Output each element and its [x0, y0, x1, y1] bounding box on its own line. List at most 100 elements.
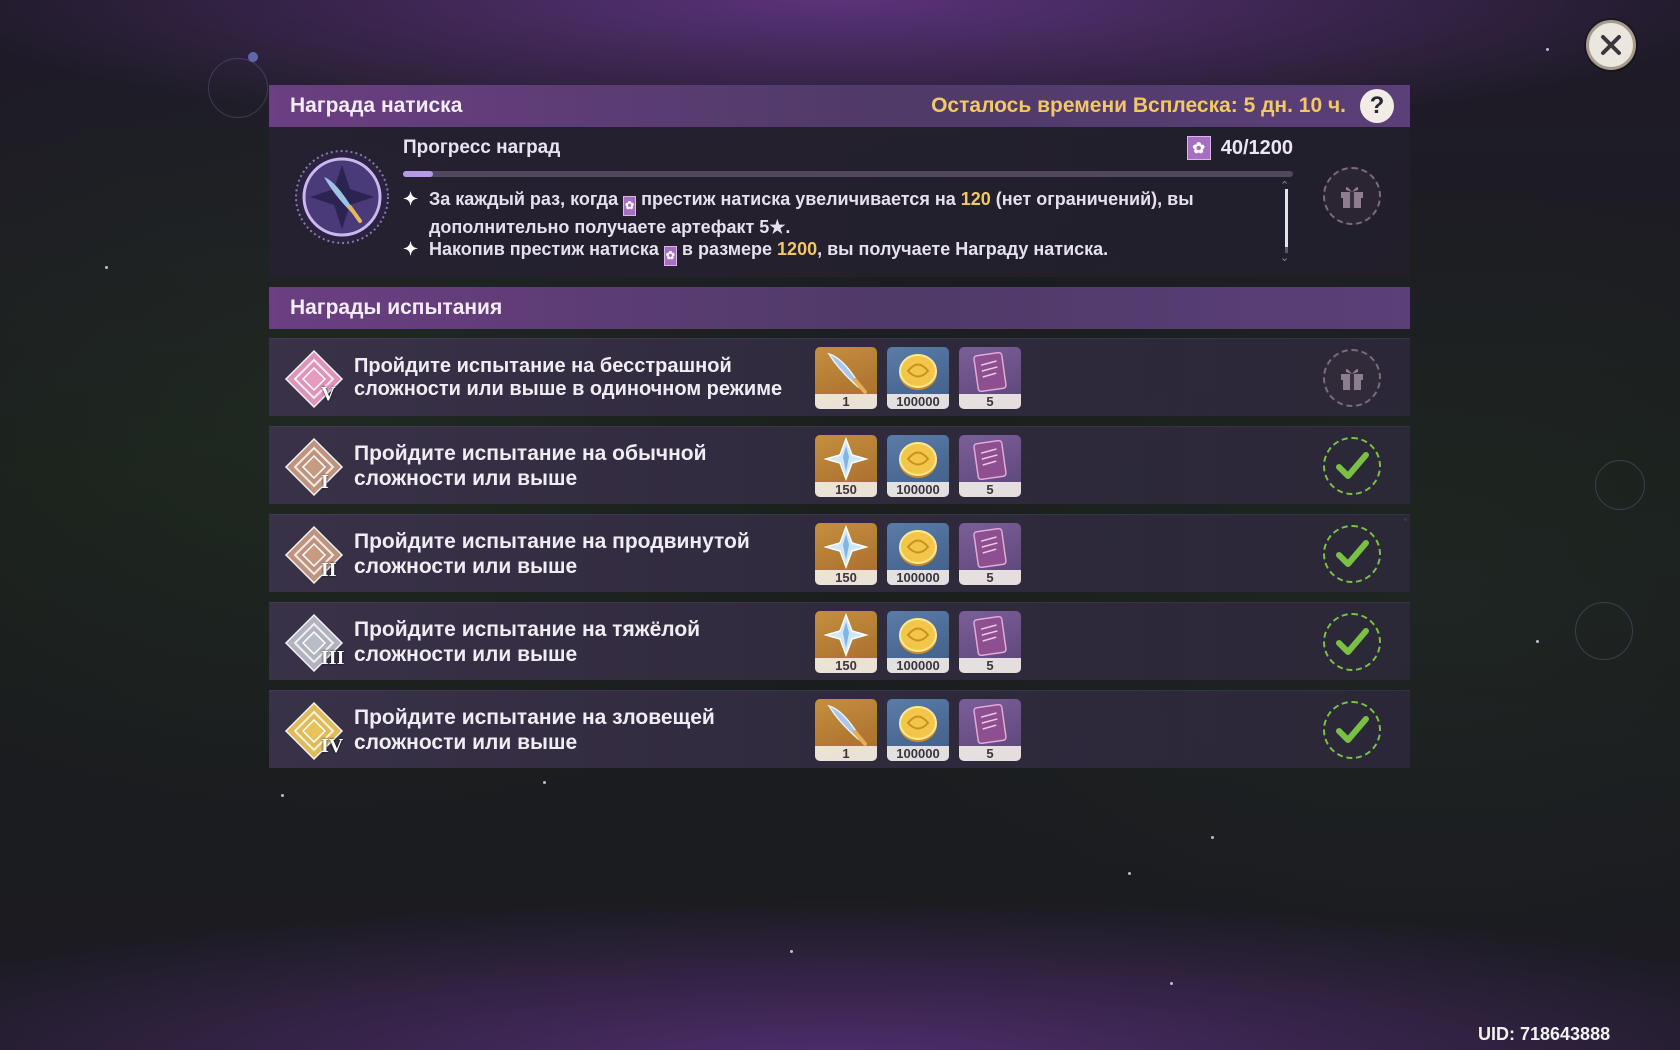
- reward-item[interactable]: 5: [959, 435, 1021, 497]
- reward-item-quantity: 100000: [887, 658, 949, 673]
- mora-coin-icon: [899, 530, 937, 566]
- progress-count-text: 40/1200: [1220, 136, 1293, 159]
- surge-emblem-icon: [295, 150, 389, 244]
- reward-item-art: [815, 435, 877, 483]
- progress-counter: ✿ 40/1200: [1186, 136, 1293, 160]
- ring-decoration: [208, 58, 268, 118]
- star-decoration: [1170, 982, 1173, 985]
- primogem-icon: [824, 612, 868, 658]
- talent-book-icon: [973, 703, 1007, 745]
- ring-decoration: [1595, 460, 1645, 510]
- challenge-row: III Пройдите испытание на тяжёлой сложнос…: [269, 602, 1410, 680]
- star-decoration: [105, 266, 108, 269]
- reward-item-art: [959, 611, 1021, 659]
- reward-item-quantity: 100000: [887, 394, 949, 409]
- reward-item-art: [887, 435, 949, 483]
- reward-item-quantity: 5: [959, 394, 1021, 409]
- reward-item-quantity: 150: [815, 570, 877, 585]
- talent-book-icon: [973, 615, 1007, 657]
- star-decoration: [281, 794, 284, 797]
- sparkle-icon: ✦: [403, 189, 419, 209]
- checkmark-icon: [1336, 540, 1369, 567]
- reward-item-quantity: 5: [959, 658, 1021, 673]
- difficulty-level-label: IV: [321, 735, 344, 757]
- reward-items: 150 100000 5: [815, 611, 1021, 673]
- sparkle-icon: ✦: [403, 239, 419, 259]
- challenge-row: II Пройдите испытание на продвинутой слож…: [269, 514, 1410, 592]
- uid-label: UID: 718643888: [1478, 1024, 1611, 1044]
- reward-item-quantity: 150: [815, 658, 877, 673]
- reward-item[interactable]: 150: [815, 435, 877, 497]
- reward-item-art: [887, 523, 949, 571]
- prestige-icon: ✿: [623, 196, 637, 216]
- feather-artifact-icon: [827, 352, 867, 394]
- reward-item[interactable]: 5: [959, 611, 1021, 673]
- reward-item[interactable]: 100000: [887, 523, 949, 585]
- claimed-status: [1323, 437, 1381, 495]
- gift-icon: [1341, 368, 1363, 390]
- question-icon: ?: [1369, 92, 1385, 119]
- reward-item[interactable]: 150: [815, 611, 877, 673]
- challenge-rewards-title: Награды испытания: [290, 296, 503, 319]
- reward-item-quantity: 5: [959, 570, 1021, 585]
- challenge-rewards-header: Награды испытания: [269, 287, 1410, 329]
- surge-reward-header: Награда натиска Осталось времени Всплеск…: [269, 85, 1410, 127]
- reward-item-art: [815, 611, 877, 659]
- claimed-status: [1323, 613, 1381, 671]
- reward-item[interactable]: 5: [959, 347, 1021, 409]
- claimed-status: [1323, 525, 1381, 583]
- mora-coin-icon: [899, 354, 937, 390]
- rule-2-text-a: Накопив престиж натиска: [429, 239, 659, 259]
- rule-2-text-c: , вы получаете Награду натиска.: [817, 239, 1109, 259]
- challenge-description: Пройдите испытание на тяжёлой сложности …: [354, 618, 701, 666]
- reward-item-art: [887, 611, 949, 659]
- claimed-status: [1323, 701, 1381, 759]
- reward-item[interactable]: 1: [815, 699, 877, 761]
- scrollbar-thumb[interactable]: [1285, 189, 1288, 247]
- scroll-down-icon[interactable]: ⌄: [1280, 251, 1289, 264]
- reward-item[interactable]: 100000: [887, 435, 949, 497]
- reward-item-art: [815, 347, 877, 395]
- reward-items: 150 100000 5: [815, 523, 1021, 585]
- reward-item-art: [887, 347, 949, 395]
- challenge-description: Пройдите испытание на обычной сложности …: [354, 442, 707, 490]
- talent-book-icon: [973, 439, 1007, 481]
- challenge-row: IV Пройдите испытание на зловещей сложнос…: [269, 690, 1410, 768]
- surge-reward-claim-button[interactable]: [1323, 167, 1381, 225]
- reward-progress-panel: Прогресс наград ✿ 40/1200 ✦ За каждый ра…: [269, 127, 1410, 277]
- reward-item[interactable]: 1: [815, 347, 877, 409]
- claim-reward-button[interactable]: [1323, 349, 1381, 407]
- star-decoration: [1128, 872, 1131, 875]
- mora-coin-icon: [899, 618, 937, 654]
- reward-item[interactable]: 100000: [887, 347, 949, 409]
- reward-item-quantity: 100000: [887, 482, 949, 497]
- difficulty-level-label: III: [321, 647, 345, 669]
- rule-line-2: ✦ Накопив престиж натиска ✿ в размере 12…: [403, 238, 1263, 266]
- reward-item-quantity: 100000: [887, 746, 949, 761]
- rule-2-number: 1200: [777, 239, 818, 259]
- star-decoration: [1211, 836, 1214, 839]
- primogem-icon: [824, 436, 868, 482]
- star-decoration: [790, 950, 793, 953]
- surge-reward-title: Награда натиска: [290, 94, 463, 117]
- reward-item-quantity: 100000: [887, 570, 949, 585]
- rule-1-number: 120: [960, 189, 991, 209]
- reward-item[interactable]: 100000: [887, 611, 949, 673]
- reward-item-quantity: 1: [815, 746, 877, 761]
- reward-item[interactable]: 150: [815, 523, 877, 585]
- reward-item-art: [959, 523, 1021, 571]
- difficulty-badge-icon: [284, 437, 344, 497]
- reward-item[interactable]: 100000: [887, 699, 949, 761]
- help-button[interactable]: ?: [1360, 89, 1394, 123]
- reward-item[interactable]: 5: [959, 699, 1021, 761]
- challenge-description: Пройдите испытание на бесстрашной сложно…: [354, 355, 783, 400]
- rule-2-text-b: в размере: [681, 239, 773, 259]
- star-decoration: [1546, 48, 1549, 51]
- challenge-description: Пройдите испытание на зловещей сложности…: [354, 706, 715, 754]
- star-decoration: [1536, 640, 1539, 643]
- primogem-icon: [824, 524, 868, 570]
- reward-item[interactable]: 5: [959, 523, 1021, 585]
- close-button[interactable]: [1586, 20, 1636, 70]
- rule-1-text-a: За каждый раз, когда: [429, 189, 619, 209]
- scrollbar[interactable]: [1285, 189, 1288, 253]
